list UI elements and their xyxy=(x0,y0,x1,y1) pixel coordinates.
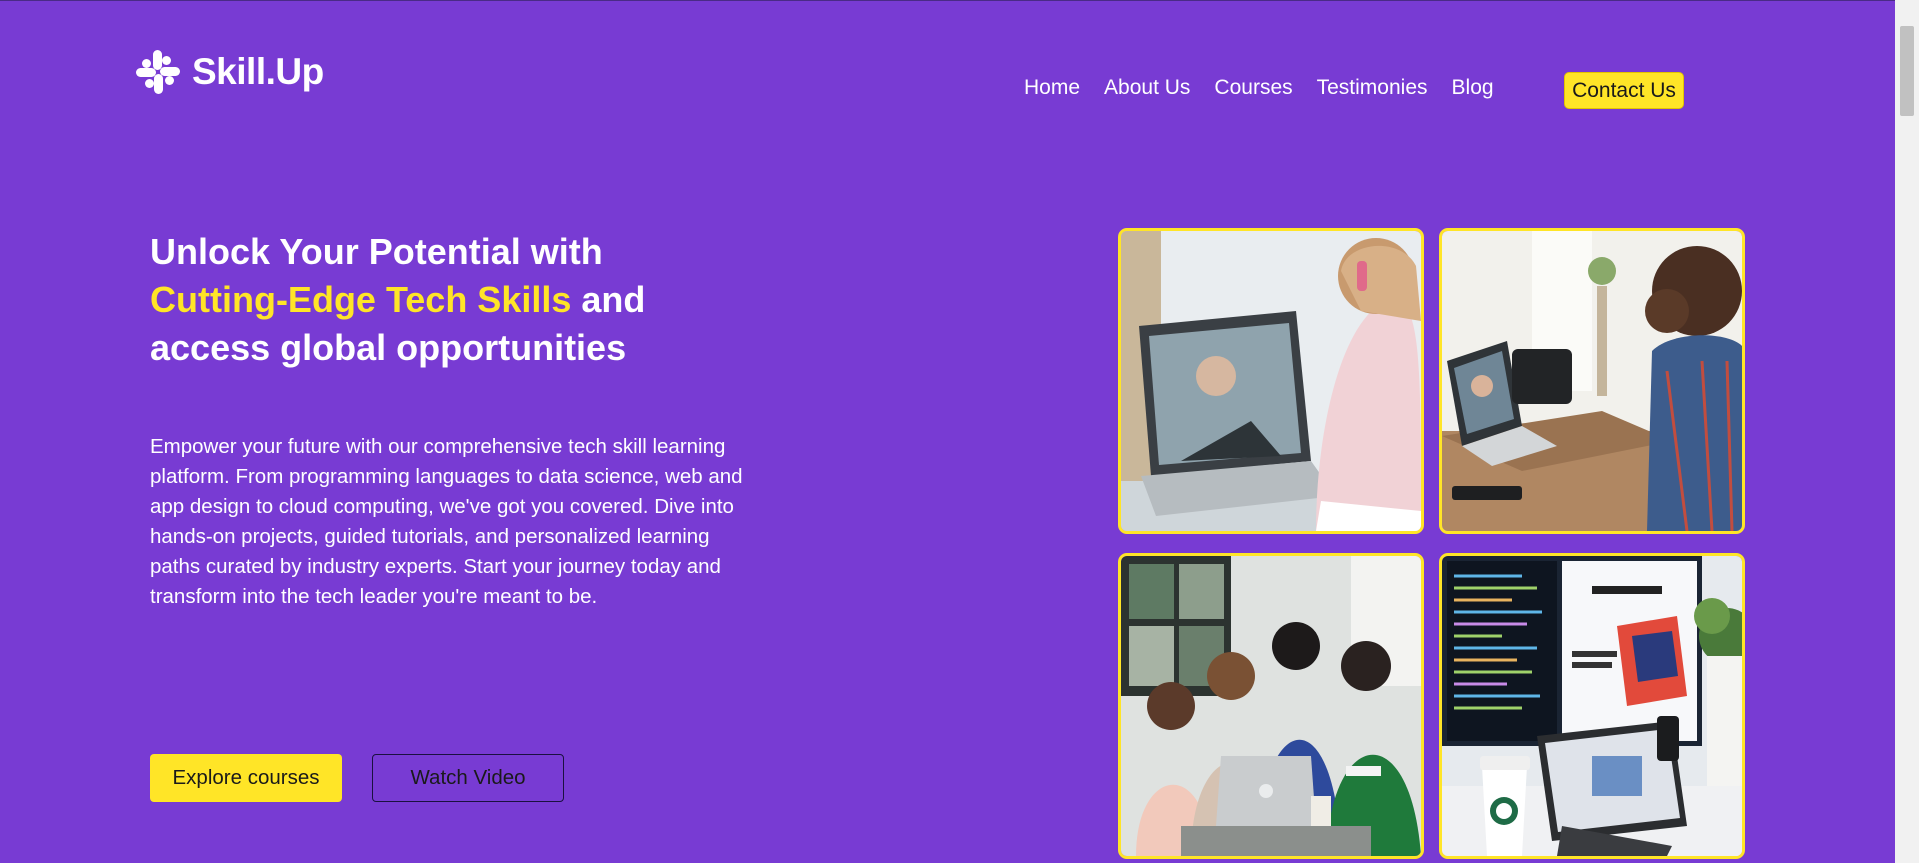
vertical-scrollbar[interactable] xyxy=(1895,0,1919,863)
contact-us-button[interactable]: Contact Us xyxy=(1564,72,1684,109)
logo-text: Skill.Up xyxy=(192,51,324,92)
gallery-tile-4 xyxy=(1439,553,1745,859)
nav-courses[interactable]: Courses xyxy=(1214,76,1292,100)
logo[interactable]: Skill.Up xyxy=(134,47,324,97)
group-around-laptop-photo xyxy=(1121,556,1421,856)
nav-blog[interactable]: Blog xyxy=(1452,76,1494,100)
hero-title-part1: Unlock Your Potential with xyxy=(150,231,603,272)
main-nav: Home About Us Courses Testimonies Blog xyxy=(1024,76,1494,100)
page: Skill.Up Home About Us Courses Testimoni… xyxy=(0,0,1895,863)
gallery-tile-1 xyxy=(1118,228,1424,534)
scrollbar-thumb[interactable] xyxy=(1900,26,1914,116)
man-video-call-laptop-photo xyxy=(1442,231,1742,531)
hero-title-accent: Cutting-Edge Tech Skills xyxy=(150,279,572,320)
nav-about-us[interactable]: About Us xyxy=(1104,76,1190,100)
gallery-tile-3 xyxy=(1118,553,1424,859)
girl-video-call-laptop-photo xyxy=(1121,231,1421,531)
nav-testimonies[interactable]: Testimonies xyxy=(1317,76,1428,100)
hero-title: Unlock Your Potential with Cutting-Edge T… xyxy=(150,228,750,372)
explore-courses-button[interactable]: Explore courses xyxy=(150,754,342,802)
desk-monitor-tablet-coffee-photo xyxy=(1442,556,1742,856)
nav-home[interactable]: Home xyxy=(1024,76,1080,100)
gallery-tile-2 xyxy=(1439,228,1745,534)
watch-video-button[interactable]: Watch Video xyxy=(372,754,564,802)
hero-description: Empower your future with our comprehensi… xyxy=(150,435,743,608)
slack-style-logo-icon xyxy=(136,50,180,94)
